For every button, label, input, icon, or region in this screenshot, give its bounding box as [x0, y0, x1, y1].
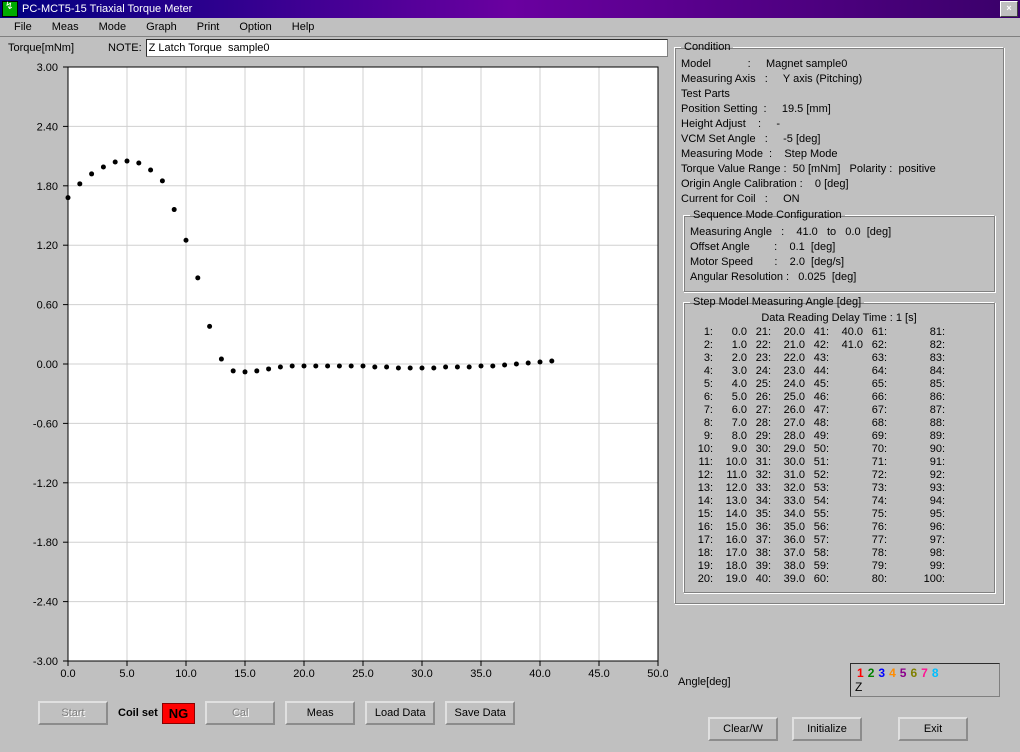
- svg-text:0.00: 0.00: [37, 359, 58, 371]
- chart-area: 0.0 5.0 10.0 15.0 20.0 25.0 30.0 35.0 40.0 45.0 50…: [8, 59, 668, 693]
- svg-text:30.0: 30.0: [411, 668, 432, 680]
- svg-text:2.40: 2.40: [37, 121, 58, 133]
- svg-text:15.0: 15.0: [234, 668, 255, 680]
- sequence-legend: Sequence Mode Configuration: [690, 209, 845, 221]
- svg-text:1.80: 1.80: [37, 181, 58, 193]
- svg-text:40.0: 40.0: [529, 668, 550, 680]
- svg-text:0.60: 0.60: [37, 300, 58, 312]
- seq-res: Angular Resolution : 0.025 [deg]: [690, 270, 988, 285]
- menubar: File Meas Mode Graph Print Option Help: [0, 18, 1020, 37]
- cond-origin: Origin Angle Calibration : 0 [deg]: [681, 177, 997, 192]
- clear-button[interactable]: Clear/W: [708, 717, 778, 741]
- svg-text:45.0: 45.0: [588, 668, 609, 680]
- svg-text:-1.80: -1.80: [33, 537, 58, 549]
- svg-text:-1.20: -1.20: [33, 478, 58, 490]
- meas-button[interactable]: Meas: [285, 701, 355, 725]
- note-label: NOTE:: [108, 42, 142, 54]
- cond-model: Model : Magnet sample0: [681, 57, 997, 72]
- step-model-legend: Step Model Measuring Angle [deg]: [690, 296, 864, 308]
- cond-testparts: Test Parts: [681, 87, 997, 102]
- coil-set-label: Coil set: [118, 707, 158, 719]
- cond-height: Height Adjust : -: [681, 117, 997, 132]
- cond-vcm: VCM Set Angle : -5 [deg]: [681, 132, 997, 147]
- cond-coil: Current for Coil : ON: [681, 192, 997, 207]
- menu-file[interactable]: File: [4, 19, 42, 35]
- menu-meas[interactable]: Meas: [42, 19, 89, 35]
- menu-print[interactable]: Print: [187, 19, 230, 35]
- cond-axis: Measuring Axis : Y axis (Pitching): [681, 72, 997, 87]
- app-icon: [2, 1, 18, 17]
- menu-mode[interactable]: Mode: [89, 19, 137, 35]
- note-input[interactable]: [146, 39, 668, 57]
- svg-text:25.0: 25.0: [352, 668, 373, 680]
- seq-offset: Offset Angle : 0.1 [deg]: [690, 240, 988, 255]
- cond-pos: Position Setting : 19.5 [mm]: [681, 102, 997, 117]
- sequence-group: Sequence Mode Configuration Measuring An…: [683, 209, 995, 292]
- coil-set-indicator: Coil set NG: [118, 703, 195, 724]
- initialize-button[interactable]: Initialize: [792, 717, 862, 741]
- step-table: 1:0.021:20.041:40.061:81:2:1.022:21.042:…: [690, 326, 988, 586]
- delay-label: Data Reading Delay Time : 1 [s]: [690, 312, 988, 324]
- series-legend: 12345678 Z: [850, 663, 1000, 697]
- condition-group: Condition Model : Magnet sample0 Measuri…: [674, 41, 1004, 604]
- cond-range: Torque Value Range : 50 [mNm] Polarity :…: [681, 162, 997, 177]
- legend-numbers: 12345678: [855, 666, 995, 680]
- torque-chart: 0.0 5.0 10.0 15.0 20.0 25.0 30.0 35.0 40.0 45.0 50…: [8, 59, 668, 693]
- menu-help[interactable]: Help: [282, 19, 325, 35]
- window-title: PC-MCT5-15 Triaxial Torque Meter: [22, 3, 1000, 15]
- titlebar: PC-MCT5-15 Triaxial Torque Meter ×: [0, 0, 1020, 18]
- svg-text:-3.00: -3.00: [33, 656, 58, 668]
- svg-text:5.0: 5.0: [119, 668, 134, 680]
- svg-text:10.0: 10.0: [175, 668, 196, 680]
- seq-angle: Measuring Angle : 41.0 to 0.0 [deg]: [690, 225, 988, 240]
- condition-legend: Condition: [681, 41, 733, 53]
- svg-text:3.00: 3.00: [37, 62, 58, 74]
- start-button[interactable]: Start: [38, 701, 108, 725]
- save-data-button[interactable]: Save Data: [445, 701, 515, 725]
- svg-text:50.0: 50.0: [647, 668, 668, 680]
- exit-button[interactable]: Exit: [898, 717, 968, 741]
- svg-text:20.0: 20.0: [293, 668, 314, 680]
- menu-option[interactable]: Option: [229, 19, 281, 35]
- close-icon[interactable]: ×: [1000, 1, 1018, 17]
- svg-text:1.20: 1.20: [37, 240, 58, 252]
- menu-graph[interactable]: Graph: [136, 19, 187, 35]
- svg-text:-0.60: -0.60: [33, 418, 58, 430]
- svg-text:35.0: 35.0: [470, 668, 491, 680]
- svg-text:-2.40: -2.40: [33, 597, 58, 609]
- cal-button[interactable]: Cal: [205, 701, 275, 725]
- load-data-button[interactable]: Load Data: [365, 701, 435, 725]
- cond-mode: Measuring Mode : Step Mode: [681, 147, 997, 162]
- seq-speed: Motor Speed : 2.0 [deg/s]: [690, 255, 988, 270]
- step-model-group: Step Model Measuring Angle [deg] Data Re…: [683, 296, 995, 593]
- angle-axis-label: Angle[deg]: [678, 676, 731, 688]
- torque-axis-label: Torque[mNm]: [8, 42, 74, 54]
- coil-status-badge: NG: [162, 703, 196, 724]
- svg-text:0.0: 0.0: [60, 668, 75, 680]
- legend-series-label: Z: [855, 680, 995, 694]
